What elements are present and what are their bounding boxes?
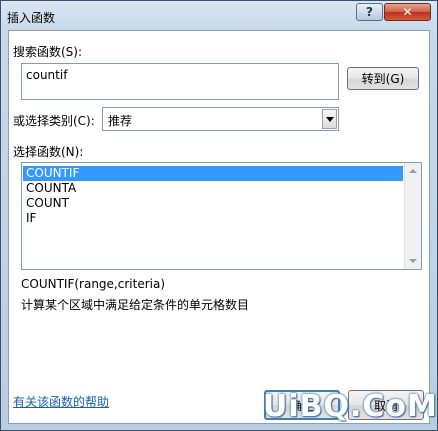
question-icon: ? [366, 5, 373, 19]
vertical-scrollbar[interactable] [404, 163, 421, 269]
function-list-label: 选择函数(N): [13, 145, 84, 159]
category-select-value: 推荐 [108, 114, 133, 128]
scroll-up-button[interactable] [405, 163, 421, 179]
function-item-countif[interactable]: COUNTIF [23, 166, 403, 181]
scroll-down-button[interactable] [405, 253, 421, 269]
search-input-value: countif [26, 68, 68, 82]
dialog-body: 搜索函数(S): countif 转到(G) 或选择类别(C): 推荐 选择函数… [8, 30, 430, 424]
function-item-count[interactable]: COUNT [23, 196, 403, 211]
arrow-up-icon [409, 169, 417, 173]
chevron-down-icon [325, 116, 334, 122]
goto-button-label: 转到(G) [361, 72, 405, 86]
function-item-if[interactable]: IF [23, 211, 403, 226]
title-bar[interactable]: 插入函数 ? ✕ [1, 1, 437, 31]
help-button[interactable]: ? [356, 3, 383, 21]
ok-button[interactable]: 确定 [264, 390, 340, 420]
search-input[interactable]: countif [21, 63, 339, 100]
dialog-title: 插入函数 [7, 11, 56, 25]
function-description: 计算某个区域中满足给定条件的单元格数目 [21, 298, 250, 312]
function-help-link[interactable]: 有关该函数的帮助 [13, 393, 109, 410]
close-icon: ✕ [402, 5, 413, 19]
ok-button-label: 确定 [289, 398, 314, 413]
arrow-down-icon [409, 259, 417, 263]
category-select[interactable]: 推荐 [102, 107, 339, 131]
category-label: 或选择类别(C): [13, 114, 95, 128]
search-label: 搜索函数(S): [13, 45, 83, 59]
function-list: COUNTIF COUNTA COUNT IF [23, 166, 403, 226]
insert-function-dialog: 插入函数 ? ✕ 搜索函数(S): countif 转到(G) 或选择类别(C)… [0, 0, 438, 431]
close-button[interactable]: ✕ [384, 3, 431, 21]
function-syntax: COUNTIF(range,criteria) [21, 277, 165, 291]
goto-button[interactable]: 转到(G) [347, 67, 419, 90]
function-listbox[interactable]: COUNTIF COUNTA COUNT IF [21, 162, 422, 270]
category-dropdown-button[interactable] [322, 109, 337, 129]
cancel-button[interactable]: 取消 [348, 390, 424, 420]
cancel-button-label: 取消 [373, 398, 398, 413]
function-item-counta[interactable]: COUNTA [23, 181, 403, 196]
